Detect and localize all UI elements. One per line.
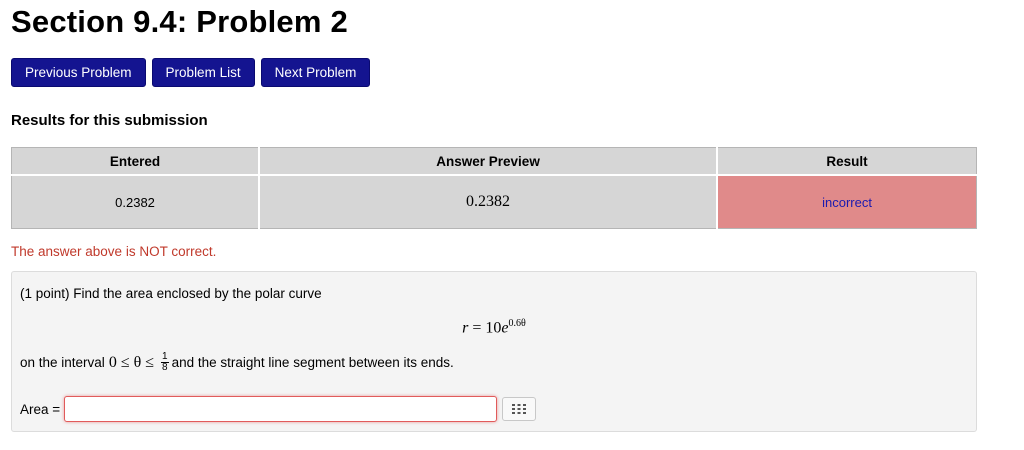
results-heading: Results for this submission <box>11 112 208 129</box>
problem-list-button[interactable]: Problem List <box>151 58 255 87</box>
problem-nav: Previous Problem Problem List Next Probl… <box>11 58 371 87</box>
answer-row: Area = <box>20 396 537 422</box>
area-answer-input[interactable] <box>64 396 498 422</box>
feedback-message: The answer above is NOT correct. <box>11 244 217 259</box>
results-table: Entered Answer Preview Result 0.2382 0.2… <box>11 147 978 229</box>
column-header-entered: Entered <box>11 147 261 176</box>
interval-math: 0 ≤ θ ≤ <box>108 353 155 371</box>
page-title: Section 9.4: Problem 2 <box>11 4 348 39</box>
interval-line: on the interval 0 ≤ θ ≤ 1 8 and the stra… <box>20 352 454 373</box>
equation-base: e <box>501 319 509 337</box>
results-header-row: Entered Answer Preview Result <box>11 147 978 176</box>
previous-problem-button[interactable]: Previous Problem <box>11 58 146 87</box>
column-header-answer-preview: Answer Preview <box>258 147 719 176</box>
keypad-button[interactable] <box>502 397 537 421</box>
answer-preview-cell: 0.2382 <box>258 174 719 229</box>
entered-cell: 0.2382 <box>11 174 261 229</box>
fraction-denominator: 8 <box>162 362 168 373</box>
next-problem-button[interactable]: Next Problem <box>260 58 371 87</box>
answer-label: Area = <box>20 401 61 417</box>
result-cell: incorrect <box>716 174 978 229</box>
problem-prompt: (1 point) Find the area enclosed by the … <box>20 286 322 301</box>
interval-fraction: 1 8 <box>161 352 169 373</box>
grid-keypad-icon <box>512 404 527 414</box>
equation-exponent: 0.6θ <box>508 318 526 329</box>
column-header-result: Result <box>716 147 978 176</box>
polar-equation: r = 10e0.6θ <box>12 318 976 337</box>
table-row: 0.2382 0.2382 incorrect <box>11 174 978 229</box>
interval-prefix: on the interval <box>20 355 105 370</box>
equation-lhs: r <box>462 319 469 337</box>
interval-suffix: and the straight line segment between it… <box>171 355 454 370</box>
problem-box: (1 point) Find the area enclosed by the … <box>11 271 977 432</box>
equation-eq: = 10 <box>472 319 502 337</box>
